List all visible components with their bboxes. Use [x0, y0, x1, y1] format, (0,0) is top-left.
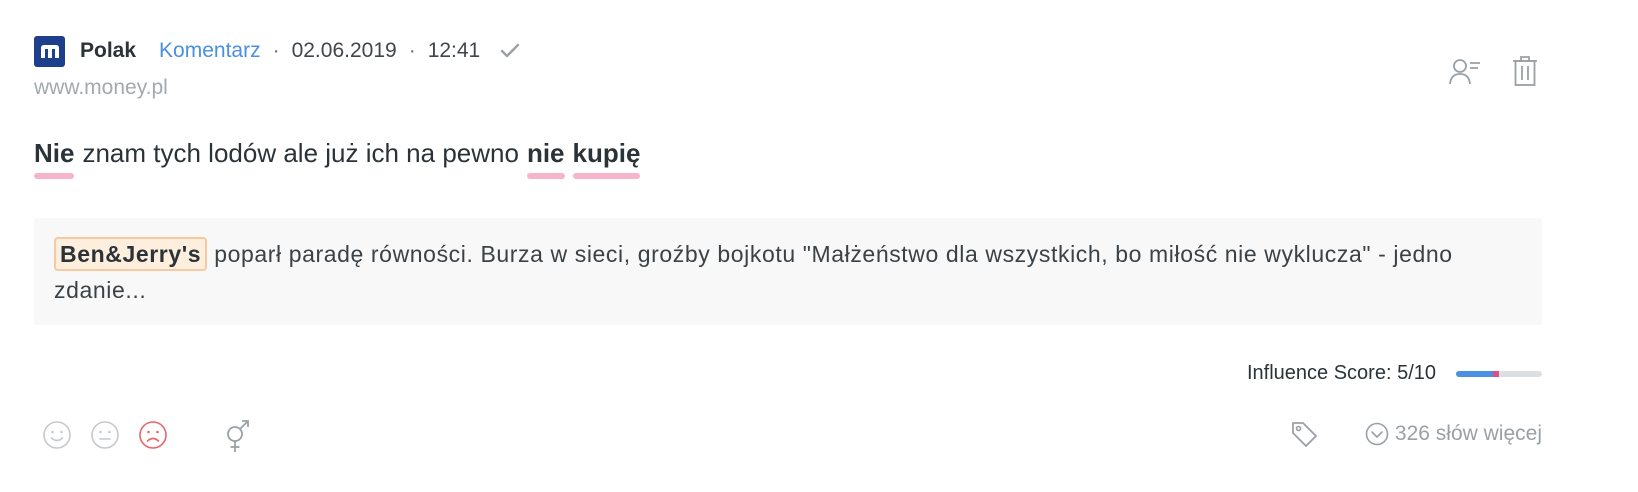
mention-header: Polak Komentarz · 02.06.2019 · 12:41: [34, 34, 520, 68]
keyword-highlight: kupię: [572, 138, 641, 179]
positive-sentiment-icon[interactable]: [42, 420, 72, 450]
money-pl-logo-icon: [34, 35, 65, 67]
user-assign-icon[interactable]: [1448, 54, 1482, 88]
separator-dot: ·: [408, 39, 416, 62]
keyword-highlight: Nie: [34, 138, 75, 179]
mention-card: Polak Komentarz · 02.06.2019 · 12:41 www…: [0, 0, 1638, 492]
card-actions: [1448, 54, 1542, 88]
neutral-sentiment-icon[interactable]: [90, 420, 120, 450]
check-icon[interactable]: [500, 43, 520, 59]
show-more-label: 326 słów więcej: [1394, 422, 1542, 445]
influence-score: Influence Score: 5/10: [1247, 362, 1542, 385]
tag-icon[interactable]: [1290, 420, 1318, 448]
chevron-down-circle-icon: [1365, 422, 1389, 446]
sentiment-selector: [42, 420, 168, 450]
author-name[interactable]: Polak: [80, 39, 136, 63]
influence-score-label: Influence Score: 5/10: [1246, 362, 1436, 384]
trash-icon[interactable]: [1508, 54, 1542, 88]
article-excerpt[interactable]: Ben&Jerry's poparł paradę równości. Burz…: [34, 218, 1542, 325]
mention-type[interactable]: Komentarz: [159, 39, 261, 63]
show-more-button[interactable]: 326 słów więcej: [1365, 422, 1542, 446]
article-text: poparł paradę równości. Burza w sieci, g…: [54, 241, 1453, 303]
influence-score-bar: [1456, 370, 1542, 377]
brand-tag: Ben&Jerry's: [54, 237, 208, 271]
content-text: znam tych lodów ale już ich na pewno: [82, 138, 519, 168]
mention-content: Nie znam tych lodów ale już ich na pewno…: [34, 138, 641, 179]
keyword-highlight: nie: [526, 138, 565, 179]
influence-score-marker: [1493, 370, 1499, 377]
negative-sentiment-icon[interactable]: [138, 420, 168, 450]
source-link[interactable]: www.money.pl: [34, 76, 168, 100]
gender-icon[interactable]: [222, 418, 252, 454]
mention-time: 12:41: [427, 39, 481, 62]
mention-date: 02.06.2019: [291, 39, 397, 62]
separator-dot: ·: [272, 39, 280, 62]
